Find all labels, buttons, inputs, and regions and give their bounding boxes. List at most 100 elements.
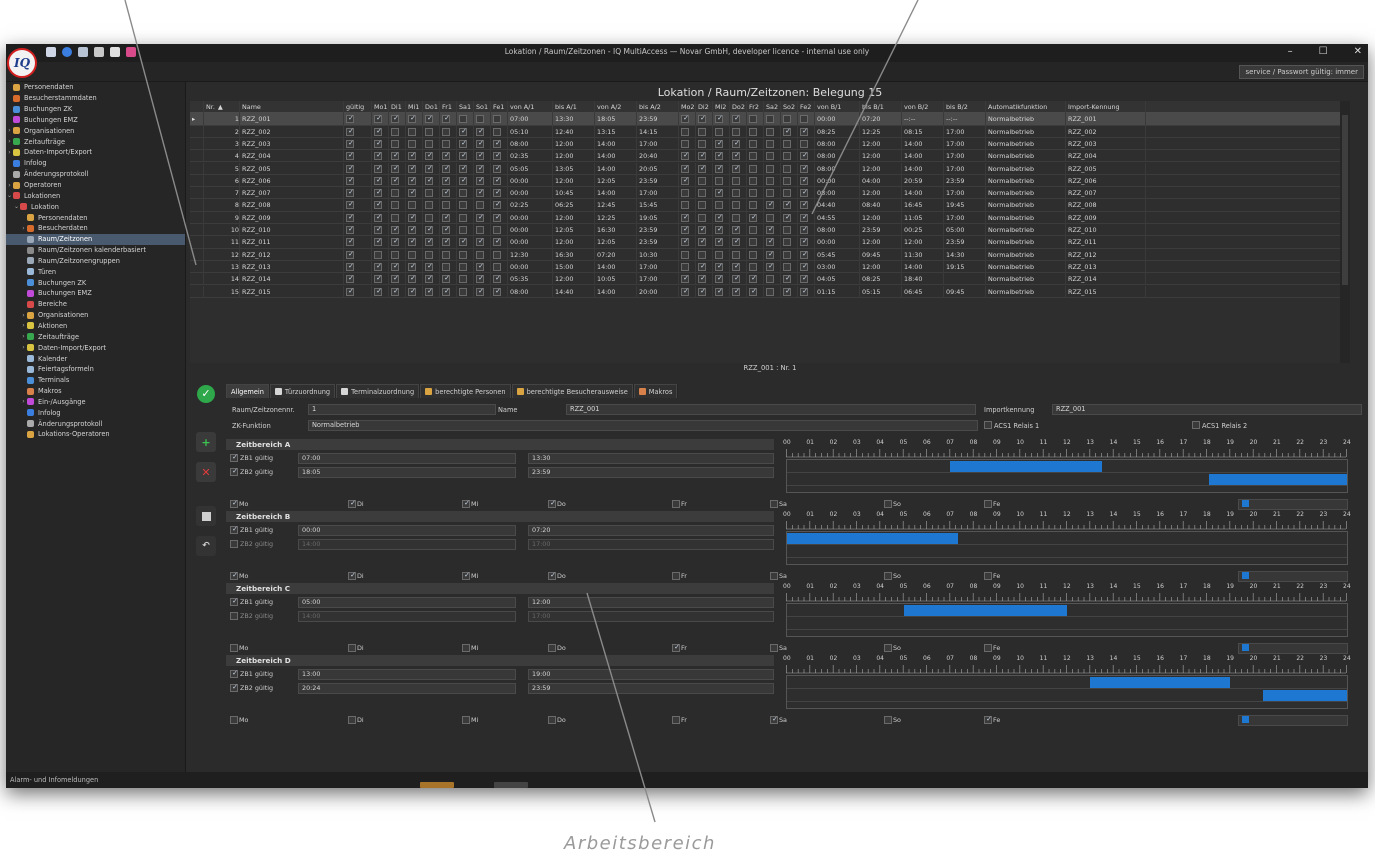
column-header[interactable]: bis A/1: [553, 101, 595, 113]
sidebar-item[interactable]: › Zeitaufträge: [6, 331, 185, 342]
weekday-checkbox[interactable]: [462, 572, 471, 580]
checkbox[interactable]: [749, 139, 757, 148]
sidebar-item[interactable]: › Zeitaufträge: [6, 136, 185, 147]
checkbox[interactable]: [732, 176, 740, 185]
close-button[interactable]: ✕: [1354, 46, 1362, 57]
column-header[interactable]: Nr. ▲: [204, 101, 240, 113]
checkbox[interactable]: [459, 189, 467, 198]
checkbox[interactable]: [391, 139, 399, 148]
tree-expand-icon[interactable]: ⌄: [6, 192, 13, 199]
time-interval-bar[interactable]: [1090, 677, 1231, 688]
weekday-checkbox[interactable]: [348, 500, 357, 508]
table-row[interactable]: 13RZZ_01300:0015:0014:0017:0003:0012:001…: [190, 260, 1340, 274]
checkbox[interactable]: [749, 238, 757, 247]
sidebar-item[interactable]: ⌄ Lokation: [6, 201, 185, 212]
checkbox[interactable]: [459, 213, 467, 222]
checkbox[interactable]: [425, 201, 433, 210]
sidebar-item[interactable]: Personendaten: [6, 212, 185, 223]
column-header[interactable]: von A/2: [595, 101, 637, 113]
zb1-to-input[interactable]: 13:30: [528, 453, 774, 464]
tree-expand-icon[interactable]: ›: [6, 149, 13, 156]
checkbox[interactable]: [749, 287, 758, 296]
checkbox[interactable]: [681, 226, 690, 234]
tree-expand-icon[interactable]: ›: [20, 312, 27, 319]
checkbox[interactable]: [749, 250, 757, 259]
checkbox[interactable]: [442, 152, 451, 161]
tree-expand-icon[interactable]: ›: [20, 333, 27, 340]
checkbox[interactable]: [391, 213, 399, 222]
checkbox[interactable]: [766, 213, 774, 222]
checkbox[interactable]: [408, 250, 416, 259]
column-header[interactable]: So2: [781, 101, 798, 113]
checkbox[interactable]: [459, 152, 468, 161]
checkbox[interactable]: [698, 213, 706, 222]
checkbox[interactable]: [493, 201, 502, 210]
sidebar-item[interactable]: Terminals: [6, 375, 185, 386]
checkbox[interactable]: [391, 275, 400, 284]
checkbox[interactable]: [493, 176, 502, 185]
checkbox[interactable]: [698, 226, 707, 234]
column-header[interactable]: Di1: [389, 101, 406, 113]
zb1-from-input[interactable]: 00:00: [298, 525, 516, 536]
weekday-checkbox[interactable]: [672, 572, 680, 580]
table-row[interactable]: 11RZZ_01100:0012:0012:0523:5900:0012:001…: [190, 236, 1340, 249]
checkbox[interactable]: [476, 164, 485, 173]
checkbox[interactable]: [783, 250, 791, 259]
zb2-to-input[interactable]: 23:59: [528, 683, 774, 694]
checkbox[interactable]: [476, 127, 485, 136]
checkbox[interactable]: [391, 152, 400, 161]
checkbox[interactable]: [425, 213, 433, 222]
checkbox[interactable]: [408, 262, 417, 271]
checkbox[interactable]: [749, 213, 758, 222]
relay-select[interactable]: [1238, 715, 1348, 726]
weekday-checkbox[interactable]: [984, 572, 992, 580]
sidebar-item[interactable]: Raum/Zeitzonen kalenderbasiert: [6, 245, 185, 256]
weekday-checkbox[interactable]: [462, 644, 470, 652]
checkbox[interactable]: [732, 115, 741, 124]
checkbox[interactable]: [493, 127, 501, 136]
weekday-checkbox[interactable]: [230, 572, 239, 580]
checkbox[interactable]: [459, 201, 467, 210]
tree-expand-icon[interactable]: ›: [20, 398, 27, 405]
weekday-checkbox[interactable]: [548, 644, 556, 652]
sidebar-item[interactable]: › Aktionen: [6, 321, 185, 332]
checkbox[interactable]: [800, 127, 809, 136]
zb1-valid-checkbox[interactable]: [230, 454, 239, 462]
column-header[interactable]: Mo2: [679, 101, 696, 113]
checkbox[interactable]: [715, 164, 724, 173]
checkbox[interactable]: [715, 238, 724, 247]
checkbox[interactable]: [715, 226, 724, 234]
checkbox[interactable]: [749, 262, 757, 271]
sidebar-item[interactable]: › Operatoren: [6, 180, 185, 191]
zb1-from-input[interactable]: 07:00: [298, 453, 516, 464]
checkbox[interactable]: [374, 226, 383, 234]
checkbox[interactable]: [800, 152, 809, 161]
checkbox[interactable]: [783, 275, 792, 284]
checkbox[interactable]: [374, 201, 383, 210]
weekday-checkbox[interactable]: [348, 572, 357, 580]
sidebar-item[interactable]: Besucherstammdaten: [6, 93, 185, 104]
checkbox[interactable]: [681, 213, 690, 222]
time-interval-bar[interactable]: [1263, 690, 1347, 701]
checkbox[interactable]: [800, 139, 808, 148]
tab-4[interactable]: berechtigte Besucherausweise: [511, 384, 633, 398]
checkbox[interactable]: [374, 275, 383, 284]
checkbox[interactable]: [476, 226, 484, 234]
checkbox[interactable]: [698, 201, 706, 210]
checkbox[interactable]: [476, 176, 485, 185]
zone-number-input[interactable]: 1: [308, 404, 496, 415]
checkbox[interactable]: [442, 115, 451, 124]
checkbox[interactable]: [346, 164, 355, 173]
column-header[interactable]: bis B/1: [860, 101, 902, 113]
zb2-from-input[interactable]: 18:05: [298, 467, 516, 478]
checkbox[interactable]: [346, 201, 355, 210]
checkbox[interactable]: [681, 176, 690, 185]
weekday-checkbox[interactable]: [672, 716, 680, 724]
relay-select[interactable]: [1238, 571, 1348, 582]
status-button-gray[interactable]: [494, 782, 528, 788]
checkbox[interactable]: [749, 201, 757, 210]
weekday-checkbox[interactable]: [884, 572, 892, 580]
time-interval-bar[interactable]: [950, 461, 1102, 472]
checkbox[interactable]: [425, 127, 433, 136]
checkbox[interactable]: [715, 152, 724, 161]
